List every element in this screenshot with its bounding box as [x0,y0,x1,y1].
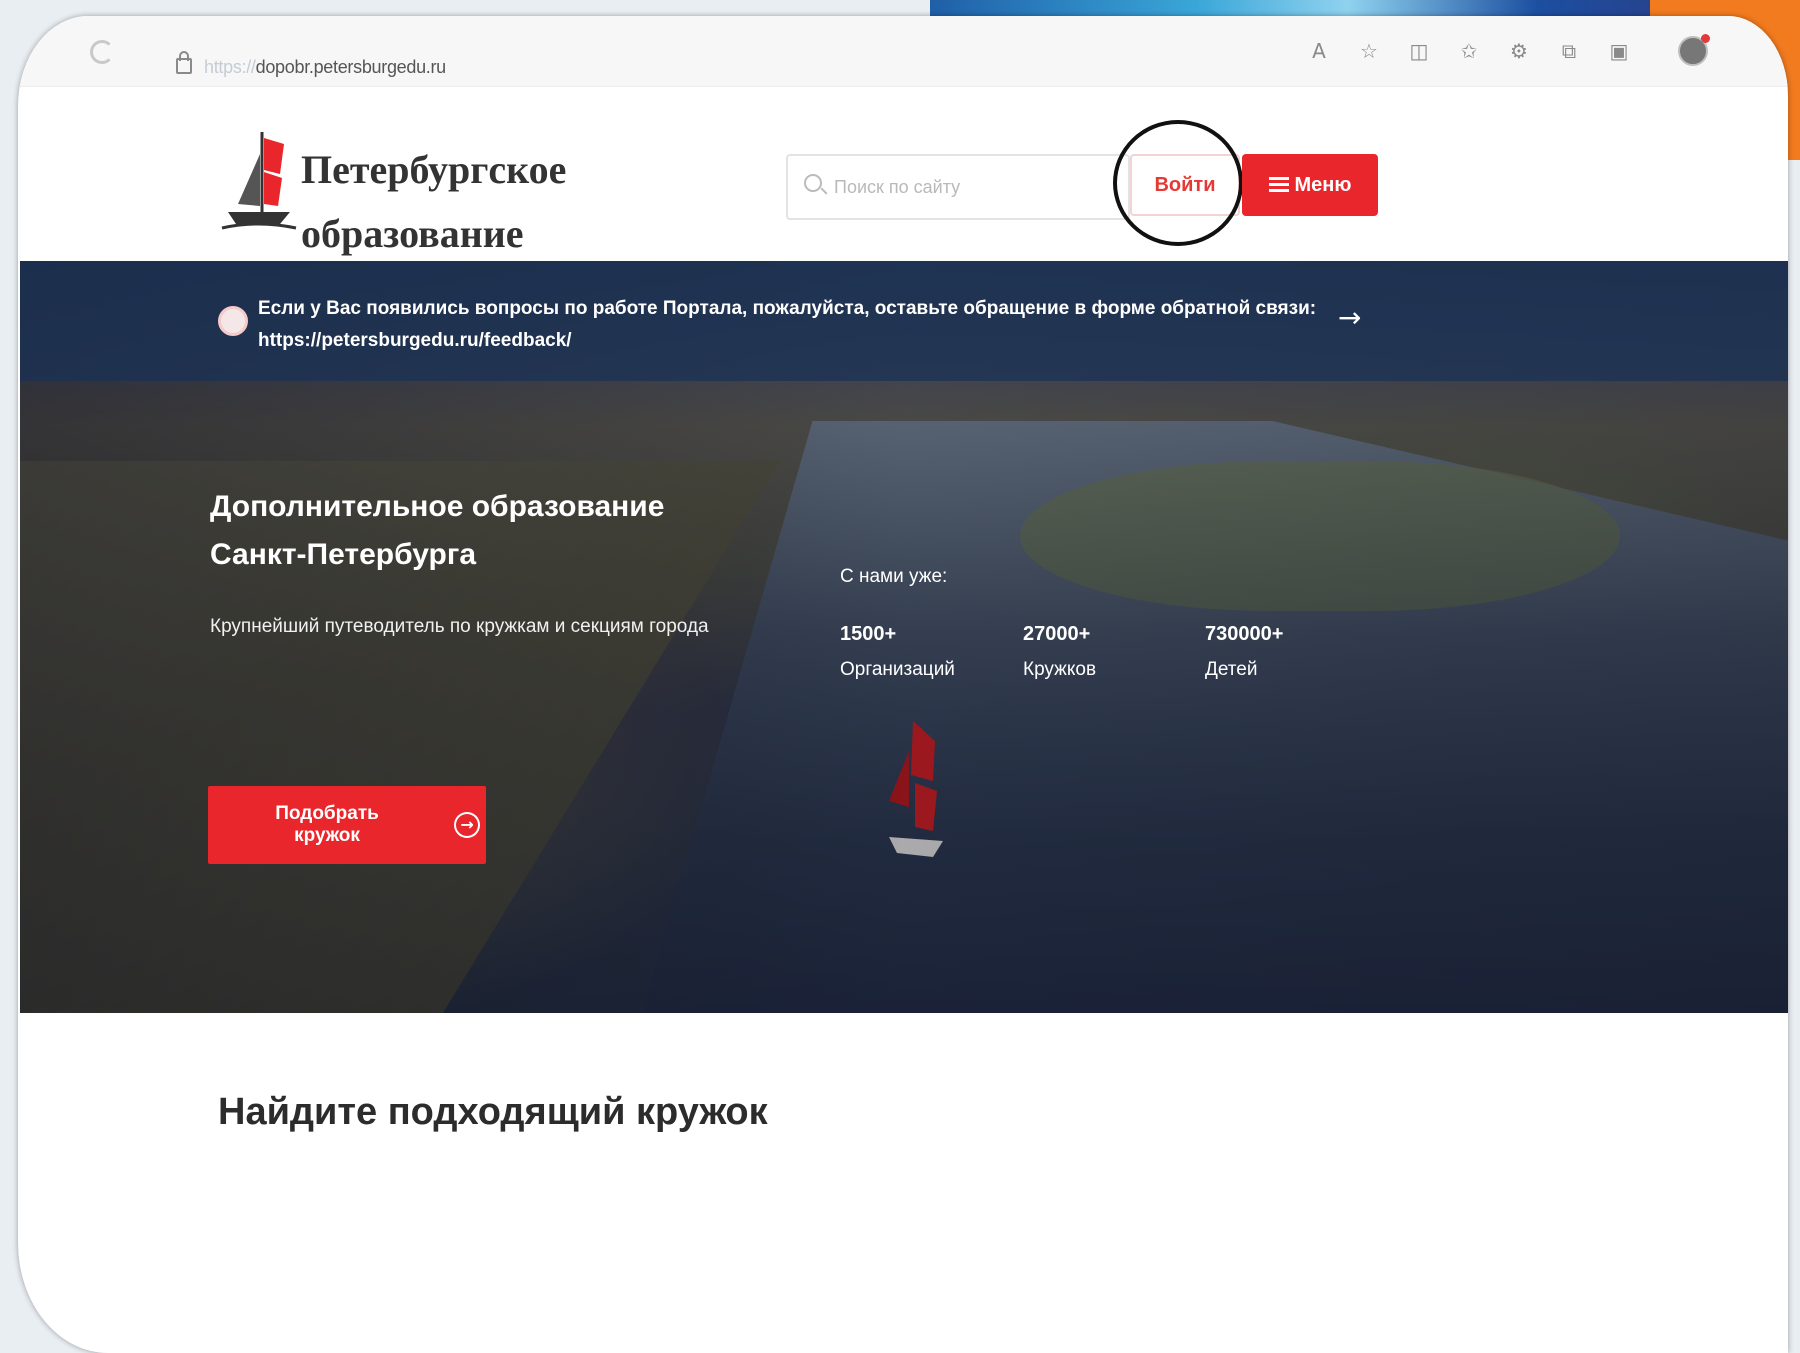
feedback-notice-text: Если у Вас появились вопросы по работе П… [258,293,1318,357]
stat-organizations: 1500+ Организаций [840,616,955,688]
stat-value: 27000+ [1023,623,1091,645]
favorites-icon[interactable]: ✩ [1458,40,1480,62]
favorite-star-icon[interactable]: ☆ [1358,40,1380,62]
hero-title: Дополнительное образование Санкт-Петербу… [210,483,770,579]
menu-label: Меню [1294,173,1352,196]
find-club-button[interactable]: Подобрать кружок → [208,786,486,864]
search-input[interactable] [832,168,1116,206]
site-search [786,154,1130,220]
site-title[interactable]: Петербургское образование [301,138,566,266]
url-text[interactable]: https://dopobr.petersburgedu.ru [204,57,446,78]
read-aloud-icon[interactable]: A [1308,40,1330,62]
toolbar-icons: A ☆ ◫ ✩ ⚙ ⧉ ▣ [1308,40,1630,62]
login-highlight-circle [1113,120,1243,246]
lock-icon [176,51,192,74]
stat-label: Детей [1205,659,1258,680]
info-badge-icon [218,306,248,336]
circle-arrow-right-icon: → [454,812,480,838]
feedback-notice-bar[interactable]: Если у Вас появились вопросы по работе П… [20,261,1788,381]
ship-logo-icon [221,132,297,230]
site-title-line1: Петербургское [301,147,567,192]
address-bar[interactable]: https://dopobr.petersburgedu.ru [148,34,1288,77]
notice-message: Если у Вас появились вопросы по работе П… [258,298,1317,319]
extensions-icon[interactable]: ⚙ [1508,40,1530,62]
site-title-line2: образование [301,211,524,256]
stat-label: Кружков [1023,659,1097,680]
stat-value: 1500+ [840,623,897,645]
feedback-link[interactable]: https://petersburgedu.ru/feedback/ [258,325,1318,357]
reload-icon[interactable] [90,40,114,64]
url-host: dopobr.petersburgedu.ru [255,57,447,77]
menu-button[interactable]: Меню [1242,154,1378,216]
screenshot-icon[interactable]: ▣ [1608,40,1630,62]
find-club-label: Подобрать кружок [275,803,379,846]
collections-icon[interactable]: ⧉ [1558,40,1580,62]
url-scheme: https:// [204,57,256,77]
hamburger-menu-icon [1268,177,1289,193]
hero-subtitle: Крупнейший путеводитель по кружкам и сек… [210,616,709,637]
browser-toolbar: https://dopobr.petersburgedu.ru A ☆ ◫ ✩ … [18,16,1788,87]
arrow-right-icon[interactable]: → [1338,301,1361,334]
profile-icon[interactable] [1678,34,1710,66]
browser-window: https://dopobr.petersburgedu.ru A ☆ ◫ ✩ … [18,16,1788,1353]
hero-title-line1: Дополнительное образование [210,490,665,523]
stat-clubs: 27000+ Кружков [1023,616,1096,688]
search-icon [804,174,822,192]
stat-label: Организаций [840,659,955,680]
split-view-icon[interactable]: ◫ [1408,40,1430,62]
section-title: Найдите подходящий кружок [218,1091,768,1133]
stat-value: 730000+ [1205,623,1284,645]
hero-title-line2: Санкт-Петербурга [210,538,477,571]
hero-banner: Если у Вас появились вопросы по работе П… [20,261,1788,1013]
stats-label: С нами уже: [840,566,948,587]
stat-children: 730000+ Детей [1205,616,1283,688]
